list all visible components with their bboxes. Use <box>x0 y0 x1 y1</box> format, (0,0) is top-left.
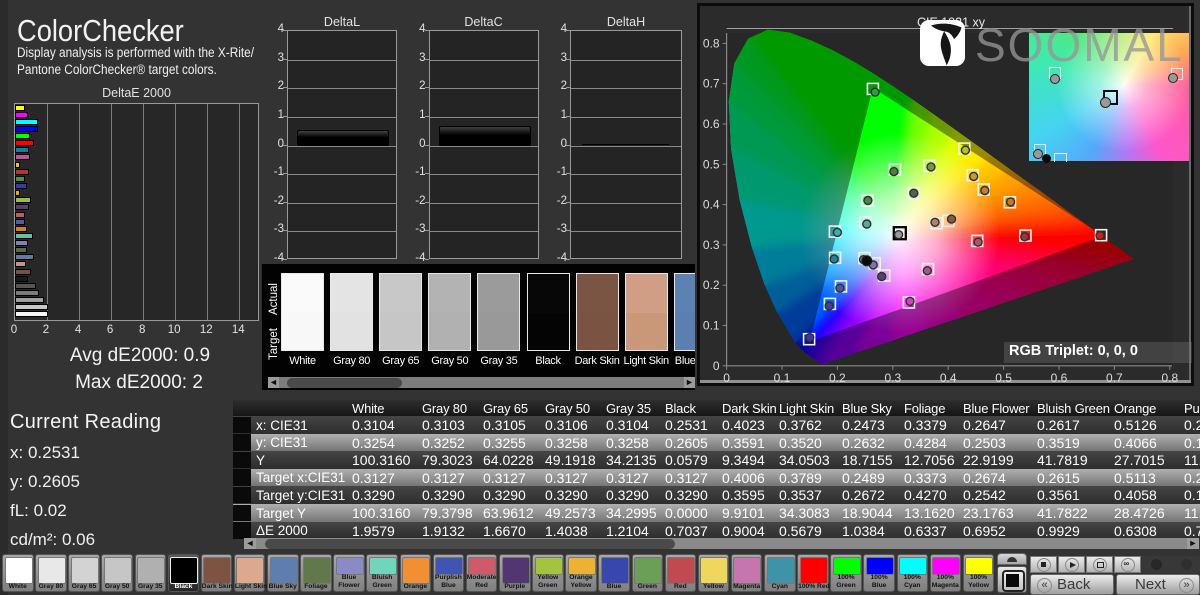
svg-text:0.5: 0.5 <box>995 371 1012 383</box>
svg-text:0.7: 0.7 <box>1106 371 1123 383</box>
svg-text:0.2: 0.2 <box>829 371 846 383</box>
svg-text:0.1: 0.1 <box>703 319 720 333</box>
svg-text:0.4: 0.4 <box>703 198 720 212</box>
svg-text:0.7: 0.7 <box>703 77 720 91</box>
svg-text:0.1: 0.1 <box>774 371 791 383</box>
svg-text:0.5: 0.5 <box>703 157 720 171</box>
svg-text:0: 0 <box>723 371 730 383</box>
svg-text:0.2: 0.2 <box>703 278 720 292</box>
svg-text:0: 0 <box>713 359 720 373</box>
svg-text:0.8: 0.8 <box>703 36 720 50</box>
svg-text:0.3: 0.3 <box>884 371 901 383</box>
svg-text:0.4: 0.4 <box>940 371 957 383</box>
svg-text:0.3: 0.3 <box>703 238 720 252</box>
svg-text:0.6: 0.6 <box>703 117 720 131</box>
svg-text:0.8: 0.8 <box>1161 371 1178 383</box>
svg-text:0.6: 0.6 <box>1051 371 1068 383</box>
